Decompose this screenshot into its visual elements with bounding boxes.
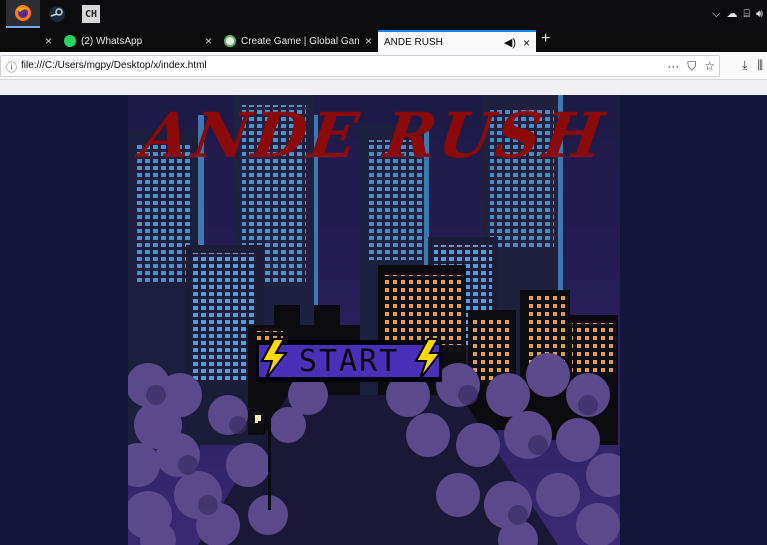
chevron-up-icon[interactable]: ⌵ xyxy=(712,7,720,21)
whatsapp-icon xyxy=(64,35,76,47)
url-field[interactable]: ⓘ file:///C:/Users/mgpy/Desktop/x/index.… xyxy=(0,55,720,77)
start-label: START xyxy=(298,343,400,379)
ch-icon[interactable]: CH xyxy=(74,0,108,28)
library-icon[interactable]: ⫼ xyxy=(757,58,763,73)
cloud-icon[interactable]: ☁ xyxy=(726,7,737,21)
more-icon[interactable]: ··· xyxy=(667,59,679,74)
pocket-icon[interactable]: ⛉ xyxy=(687,59,696,74)
tab-ande-rush[interactable]: ANDE RUSH ◀) × xyxy=(378,30,536,52)
info-icon[interactable]: ⓘ xyxy=(6,59,17,75)
steam-icon[interactable] xyxy=(40,0,74,28)
new-tab-button[interactable]: + xyxy=(541,30,550,48)
nav-right-icons: ⤓ ⫼ xyxy=(742,58,763,73)
volume-icon[interactable]: 🔊︎ xyxy=(756,7,763,21)
tab-strip: × (2) WhatsApp × Create Game | Global Ga… xyxy=(0,28,767,52)
url-text[interactable]: file:///C:/Users/mgpy/Desktop/x/index.ht… xyxy=(21,60,207,71)
game-canvas[interactable]: ANDE RUSH START xyxy=(128,95,620,545)
globe-icon xyxy=(224,35,236,47)
close-icon[interactable]: × xyxy=(523,36,530,50)
lightning-bolt-icon xyxy=(260,338,289,380)
firefox-icon[interactable] xyxy=(6,0,40,28)
speaker-icon[interactable]: ◀) xyxy=(504,36,516,49)
nav-bar: ⓘ file:///C:/Users/mgpy/Desktop/x/index.… xyxy=(0,52,767,80)
tab-label: (2) WhatsApp xyxy=(81,35,143,47)
tab-label: Create Game | Global Game Jam xyxy=(241,35,359,47)
system-tray: ⌵ ☁ ⌸ 🔊︎ xyxy=(712,7,763,21)
tab-previous[interactable]: × xyxy=(0,30,58,52)
game-viewport: ANDE RUSH START xyxy=(0,95,767,545)
close-icon[interactable]: × xyxy=(45,34,52,48)
tab-whatsapp[interactable]: (2) WhatsApp × xyxy=(58,30,218,52)
url-actions: ··· ⛉ ☆ xyxy=(667,59,715,74)
taskbar: CH ⌵ ☁ ⌸ 🔊︎ xyxy=(0,0,767,28)
ch-icon-label: CH xyxy=(82,5,100,23)
close-icon[interactable]: × xyxy=(205,34,212,48)
game-title: ANDE RUSH xyxy=(137,99,611,172)
bookmarks-strip xyxy=(0,80,767,95)
lightning-bolt-icon xyxy=(414,338,443,380)
tab-label: ANDE RUSH xyxy=(384,36,443,48)
download-icon[interactable]: ⤓ xyxy=(742,58,747,73)
close-icon[interactable]: × xyxy=(365,34,372,48)
network-icon[interactable]: ⌸ xyxy=(743,7,750,21)
bookmark-star-icon[interactable]: ☆ xyxy=(704,59,715,74)
tab-global-game-jam[interactable]: Create Game | Global Game Jam × xyxy=(218,30,378,52)
